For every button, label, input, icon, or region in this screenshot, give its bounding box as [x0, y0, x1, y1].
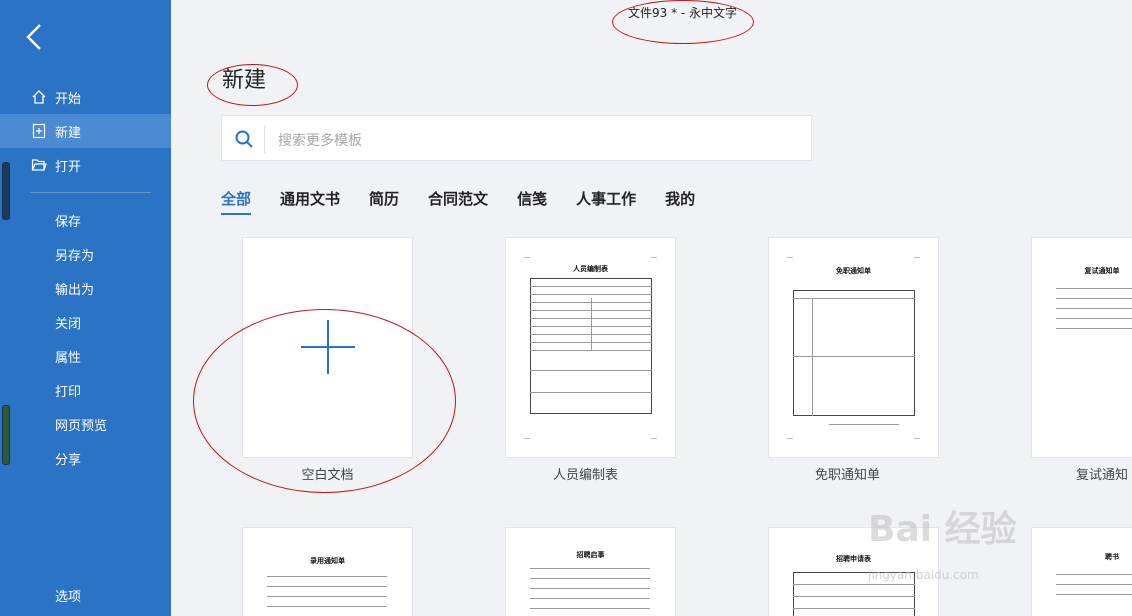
- template-blank[interactable]: [242, 237, 413, 458]
- window-title: 文件93 * - 永中文字: [628, 6, 738, 20]
- tab-general-docs[interactable]: 通用文书: [280, 188, 340, 215]
- template-label: 空白文档: [301, 468, 354, 483]
- sidebar-item-save-as[interactable]: 另存为: [0, 237, 171, 271]
- template-offer-letter[interactable]: 录用通知单: [242, 527, 413, 616]
- template-doc-title: 免职通知单: [836, 267, 871, 275]
- template-reinterview-notice[interactable]: 复试通知单: [1031, 237, 1132, 458]
- scrollbar-handle[interactable]: [2, 405, 10, 465]
- sidebar-nav: 开始 新建 打开 保存 另存为 输出为 关闭 属性 打印 网页预览 分享: [0, 80, 171, 475]
- template-search[interactable]: 搜索更多模板: [221, 115, 812, 161]
- sidebar-item-share[interactable]: 分享: [0, 441, 171, 475]
- sidebar-item-print[interactable]: 打印: [0, 373, 171, 407]
- template-staffing-table[interactable]: 人员编制表: [505, 237, 676, 458]
- search-input[interactable]: 搜索更多模板: [278, 130, 362, 150]
- home-icon: [30, 88, 48, 106]
- watermark-logo: Bai 经验: [868, 509, 1017, 550]
- template-doc-title: 招聘启事: [576, 551, 605, 559]
- plus-icon: [327, 320, 329, 374]
- template-appointment-letter[interactable]: 聘书: [1031, 527, 1132, 616]
- tab-all[interactable]: 全部: [221, 188, 252, 215]
- tab-resume[interactable]: 简历: [369, 188, 399, 215]
- folder-open-icon: [30, 156, 48, 174]
- sidebar-item-label: 分享: [55, 452, 82, 468]
- template-label: 人员编制表: [552, 468, 618, 483]
- template-doc-title: 人员编制表: [573, 265, 608, 273]
- sidebar-item-label: 保存: [55, 214, 82, 230]
- tab-letterhead[interactable]: 信笺: [517, 188, 547, 215]
- sidebar-item-options[interactable]: 选项: [55, 586, 81, 605]
- page-title: 新建: [222, 68, 267, 93]
- new-doc-icon: [30, 122, 48, 140]
- sidebar-item-label: 打开: [55, 159, 82, 175]
- template-recruitment-notice[interactable]: 招聘启事: [505, 527, 676, 616]
- tab-mine[interactable]: 我的: [665, 188, 695, 215]
- tab-hr[interactable]: 人事工作: [576, 188, 636, 215]
- sidebar-item-label: 打印: [55, 384, 82, 400]
- sidebar-item-open[interactable]: 打开: [0, 148, 171, 182]
- template-label: 免职通知单: [814, 468, 880, 483]
- sidebar-item-new[interactable]: 新建: [0, 114, 171, 148]
- sidebar-item-label: 另存为: [55, 248, 95, 264]
- sidebar-item-label: 新建: [55, 125, 82, 141]
- sidebar-item-label: 网页预览: [55, 418, 108, 434]
- template-doc-title: 复试通知单: [1084, 267, 1120, 275]
- template-label: 复试通知: [1076, 468, 1129, 483]
- watermark-url: jingyan.baidu.com: [868, 568, 979, 582]
- sidebar-item-label: 关闭: [55, 316, 82, 332]
- sidebar-item-save[interactable]: 保存: [0, 203, 171, 237]
- search-divider: [264, 125, 265, 153]
- sidebar-item-web-preview[interactable]: 网页预览: [0, 407, 171, 441]
- tab-contracts[interactable]: 合同范文: [428, 188, 488, 215]
- sidebar-item-export[interactable]: 输出为: [0, 271, 171, 305]
- sidebar-item-label: 开始: [55, 91, 82, 107]
- sidebar-item-close[interactable]: 关闭: [0, 305, 171, 339]
- search-icon[interactable]: [234, 129, 254, 149]
- template-doc-title: 录用通知单: [310, 557, 345, 565]
- back-arrow-icon[interactable]: [20, 22, 50, 52]
- scrollbar-handle[interactable]: [2, 162, 10, 220]
- sidebar-divider: [30, 192, 151, 193]
- sidebar-item-start[interactable]: 开始: [0, 80, 171, 114]
- sidebar-item-properties[interactable]: 属性: [0, 339, 171, 373]
- sidebar-item-label: 属性: [55, 350, 82, 366]
- template-doc-title: 招聘申请表: [836, 555, 871, 563]
- template-doc-title: 聘书: [1105, 553, 1119, 561]
- sidebar: 开始 新建 打开 保存 另存为 输出为 关闭 属性 打印 网页预览 分享 选项: [0, 0, 171, 616]
- template-dismissal-notice[interactable]: 免职通知单: [768, 237, 939, 458]
- category-tabs: 全部 通用文书 简历 合同范文 信笺 人事工作 我的: [221, 188, 724, 215]
- sidebar-item-label: 输出为: [55, 282, 95, 298]
